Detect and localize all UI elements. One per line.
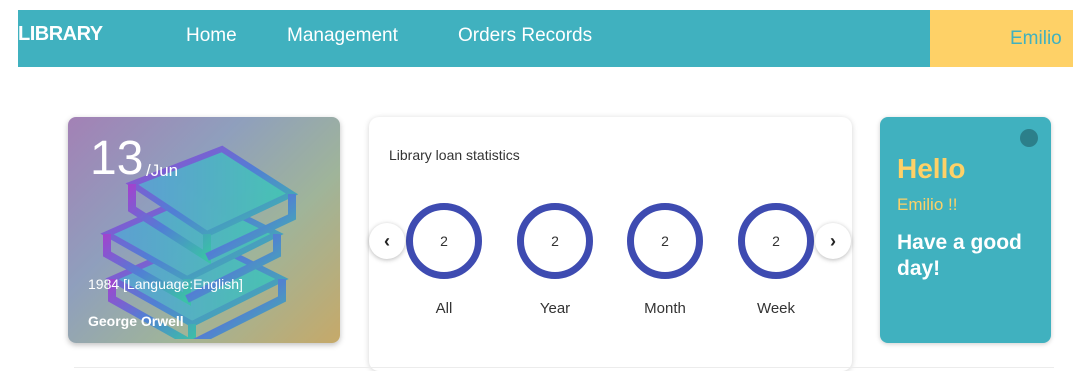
carousel-next-button[interactable]: › [815,223,851,259]
greeting-name: Emilio !! [897,195,958,214]
chevron-right-icon: › [830,230,836,251]
status-dot [1020,129,1038,147]
nav-management[interactable]: Management [287,25,398,47]
book-title: 1984 [Language:English] [88,276,243,292]
stat-ring: 2 [738,203,814,279]
top-navigation-bar: LIBRARY Home Management Orders Records E… [18,10,1073,67]
chevron-left-icon: ‹ [384,230,390,251]
stat-month: 2 Month [620,203,710,317]
date-month: /Jun [146,161,179,180]
loan-statistics-card: Library loan statistics 2 All 2 Year 2 M… [369,117,852,371]
stat-all: 2 All [399,203,489,317]
greeting-card: Hello Emilio !! Have a good day! [880,117,1051,343]
nav-home[interactable]: Home [186,25,237,47]
greeting-hello: Hello [897,153,966,184]
stats-title: Library loan statistics [389,147,520,163]
greeting-message: Have a good day! [897,231,1022,280]
user-name: Emilio [1010,28,1062,49]
stat-week: 2 Week [731,203,821,317]
carousel-prev-button[interactable]: ‹ [369,223,405,259]
divider [74,367,1054,368]
book-author: George Orwell [88,313,184,329]
stat-label: All [435,300,453,317]
user-menu[interactable]: Emilio [930,10,1073,67]
stat-ring: 2 [406,203,482,279]
stat-year: 2 Year [510,203,600,317]
stat-label: Year [539,300,571,317]
stat-label: Week [756,300,796,317]
stat-label: Month [644,300,686,317]
brand-logo[interactable]: LIBRARY [18,23,103,46]
stat-ring: 2 [517,203,593,279]
date-day: 13 [90,132,144,185]
stat-ring: 2 [627,203,703,279]
nav-orders-records[interactable]: Orders Records [458,25,592,47]
featured-book-card[interactable]: 13 /Jun 1984 [Language:English] George O… [68,117,340,343]
